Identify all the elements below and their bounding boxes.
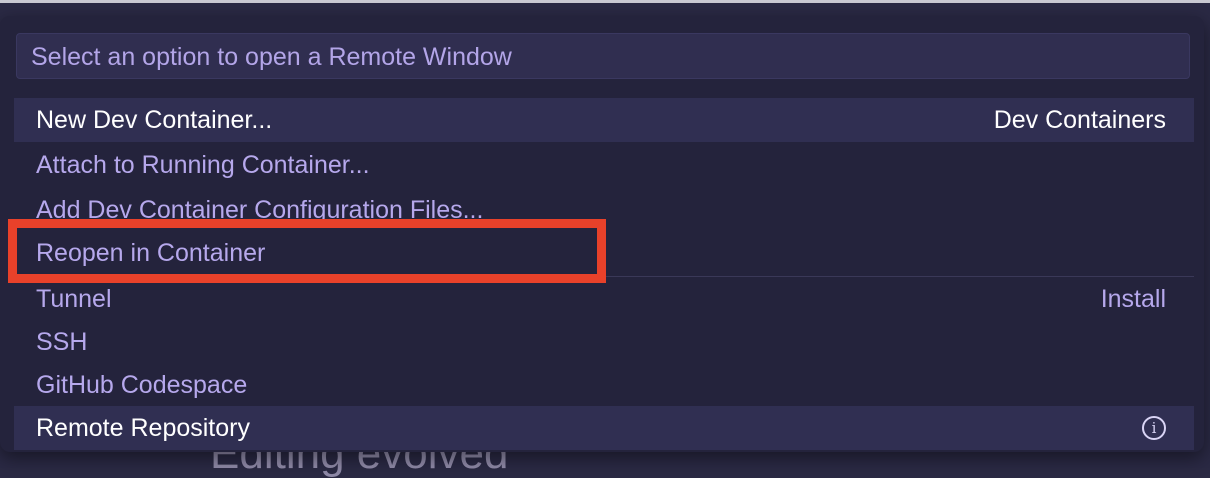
- option-label: Tunnel: [36, 284, 112, 313]
- install-label[interactable]: Install: [1101, 285, 1166, 314]
- option-label: Attach to Running Container...: [36, 150, 370, 179]
- option-tunnel[interactable]: Tunnel Install: [14, 277, 1194, 321]
- option-label: GitHub Codespace: [36, 370, 248, 399]
- info-icon[interactable]: i: [1142, 416, 1166, 440]
- option-label: Add Dev Container Configuration Files...: [36, 196, 484, 220]
- option-label: Remote Repository: [36, 413, 250, 442]
- option-reopen-in-container[interactable]: Reopen in Container: [14, 231, 1194, 275]
- option-remote-repository[interactable]: Remote Repository i: [14, 406, 1194, 450]
- option-add-config-files[interactable]: Add Dev Container Configuration Files...: [14, 196, 1194, 220]
- option-label: New Dev Container...: [36, 105, 273, 134]
- option-attach-running-container[interactable]: Attach to Running Container...: [14, 143, 1194, 187]
- quick-pick-input[interactable]: Select an option to open a Remote Window: [16, 33, 1190, 79]
- option-github-codespace[interactable]: GitHub Codespace: [14, 363, 1194, 407]
- option-label: Reopen in Container: [36, 238, 266, 267]
- option-group-label: Dev Containers: [993, 105, 1166, 134]
- option-label: SSH: [36, 327, 88, 356]
- option-new-dev-container[interactable]: New Dev Container... Dev Containers: [14, 98, 1194, 142]
- option-ssh[interactable]: SSH: [14, 320, 1194, 364]
